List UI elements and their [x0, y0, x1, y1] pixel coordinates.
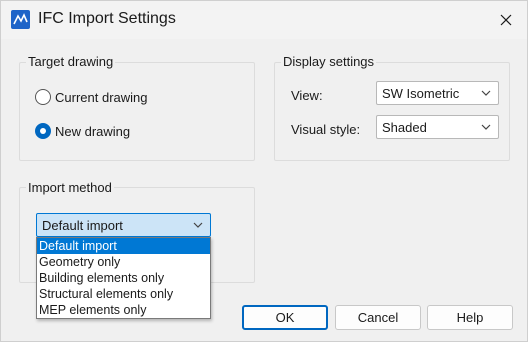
- view-label: View:: [291, 88, 323, 103]
- display-settings-label: Display settings: [281, 54, 377, 69]
- import-method-select-value: Default import: [42, 217, 123, 233]
- ok-button[interactable]: OK: [242, 305, 328, 330]
- ifc-import-settings-dialog: IFC Import Settings Target drawing Curre…: [0, 0, 528, 342]
- radio-button-checked[interactable]: [35, 123, 51, 139]
- dropdown-option-geometry-only[interactable]: Geometry only: [37, 254, 210, 270]
- close-button[interactable]: [487, 3, 525, 37]
- import-method-select[interactable]: Default import: [36, 213, 211, 237]
- import-method-label: Import method: [26, 180, 114, 195]
- title-bar: IFC Import Settings: [1, 1, 527, 39]
- dropdown-option-default-import[interactable]: Default import: [37, 238, 210, 254]
- visual-style-label: Visual style:: [291, 122, 361, 137]
- target-drawing-label: Target drawing: [26, 54, 116, 69]
- radio-label-new-drawing: New drawing: [55, 123, 131, 139]
- autocad-app-icon: [11, 10, 30, 29]
- import-method-dropdown-list: Default import Geometry only Building el…: [36, 237, 211, 319]
- cancel-button[interactable]: Cancel: [335, 305, 421, 330]
- chevron-down-icon: [481, 124, 491, 130]
- radio-button-unchecked[interactable]: [35, 89, 51, 105]
- dropdown-option-mep-elements-only[interactable]: MEP elements only: [37, 302, 210, 318]
- view-select-value: SW Isometric: [382, 85, 460, 101]
- dialog-title: IFC Import Settings: [38, 10, 176, 27]
- display-settings-group: [274, 62, 510, 161]
- visual-style-select-value: Shaded: [382, 119, 427, 135]
- radio-new-drawing[interactable]: New drawing: [35, 123, 130, 139]
- view-select[interactable]: SW Isometric: [376, 81, 499, 105]
- help-button[interactable]: Help: [427, 305, 513, 330]
- dropdown-option-structural-elements-only[interactable]: Structural elements only: [37, 286, 210, 302]
- dropdown-option-building-elements-only[interactable]: Building elements only: [37, 270, 210, 286]
- chevron-down-icon: [481, 90, 491, 96]
- visual-style-select[interactable]: Shaded: [376, 115, 499, 139]
- radio-current-drawing[interactable]: Current drawing: [35, 89, 148, 105]
- chevron-down-icon: [193, 222, 203, 228]
- radio-label-current-drawing: Current drawing: [55, 89, 148, 105]
- close-icon: [500, 14, 512, 26]
- target-drawing-group: [19, 62, 255, 161]
